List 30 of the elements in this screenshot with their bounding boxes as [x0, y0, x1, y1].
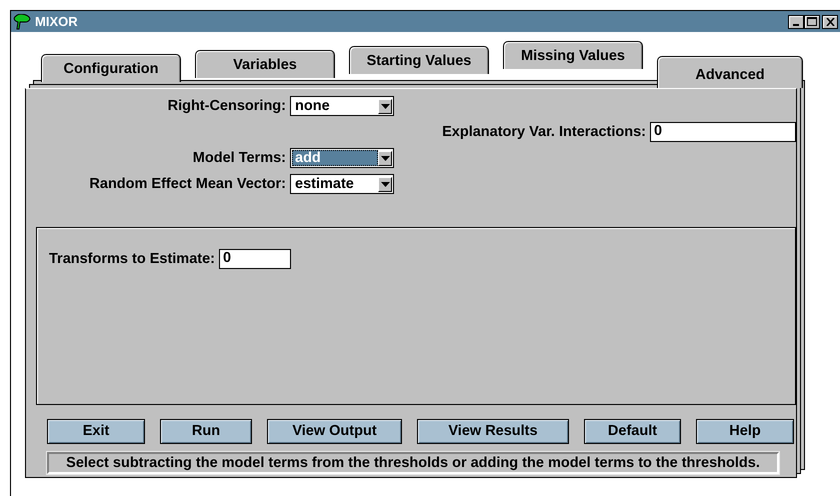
command-button[interactable]: View Output	[267, 419, 402, 444]
tab[interactable]: Starting Values	[349, 46, 489, 74]
dropdown[interactable]: none	[290, 96, 394, 116]
field-label: Random Effect Mean Vector:	[88, 176, 286, 192]
tab[interactable]: Missing Values	[503, 41, 643, 69]
tab[interactable]: Advanced	[657, 56, 803, 88]
command-button[interactable]: Default	[584, 419, 681, 444]
tree-icon	[13, 14, 31, 30]
tab[interactable]: Variables	[195, 50, 335, 78]
maximize-button[interactable]	[804, 14, 820, 28]
tab[interactable]: Configuration	[41, 54, 181, 82]
field-label: Explanatory Var. Interactions:	[442, 124, 646, 140]
close-button[interactable]	[822, 14, 838, 28]
field-label: Transforms to Estimate:	[49, 250, 215, 268]
minimize-icon	[793, 24, 799, 26]
maximize-icon	[807, 17, 817, 26]
close-icon	[826, 18, 834, 26]
status-message: Select subtracting the model terms from the thresholds or adding the model terms to the thresholds.	[47, 452, 779, 474]
command-button[interactable]: View Results	[417, 419, 569, 444]
input-field[interactable]: 0	[219, 249, 291, 269]
field-label: Right-Censoring:	[166, 98, 286, 114]
dropdown[interactable]: add	[290, 148, 394, 168]
minimize-button[interactable]	[788, 14, 804, 28]
input-field[interactable]: 0	[650, 122, 796, 142]
dropdown[interactable]: estimate	[290, 174, 394, 194]
command-button[interactable]: Exit	[47, 419, 145, 444]
command-button[interactable]: Help	[696, 419, 794, 444]
command-button[interactable]: Run	[160, 419, 252, 444]
window-title: MIXOR	[35, 13, 78, 30]
field-label: Model Terms:	[192, 150, 286, 166]
